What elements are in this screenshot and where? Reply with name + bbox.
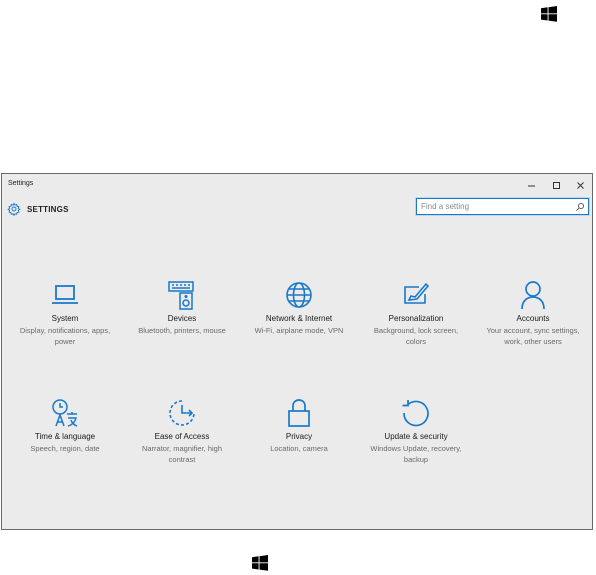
- category-title: Personalization: [388, 314, 444, 323]
- search-box[interactable]: [416, 198, 589, 215]
- category-time-language[interactable]: Time & language Speech, region, date: [10, 396, 120, 454]
- category-description: Bluetooth, printers, mouse: [138, 326, 226, 335]
- category-description: Narrator, magnifier, high contrast: [141, 444, 223, 464]
- category-title: System: [51, 314, 79, 323]
- category-description: Windows Update, recovery, backup: [370, 444, 462, 464]
- category-personalization[interactable]: Personalization Background, lock screen,…: [361, 278, 471, 347]
- update-icon: [402, 400, 429, 427]
- page-title: SETTINGS: [27, 204, 69, 214]
- screenshot-canvas: Settings SETTINGS Find a setting System …: [0, 0, 596, 575]
- title-bar[interactable]: Settings: [2, 174, 592, 196]
- category-description: Speech, region, date: [30, 444, 100, 453]
- category-network-internet[interactable]: Network & Internet Wi-Fi, airplane mode,…: [244, 278, 354, 336]
- settings-window: Settings SETTINGS Find a setting System …: [1, 173, 593, 530]
- category-title: Update & security: [384, 432, 448, 441]
- category-description: Wi-Fi, airplane mode, VPN: [254, 326, 344, 335]
- windows-logo-icon: [252, 555, 268, 571]
- search-icon[interactable]: [575, 202, 585, 212]
- close-button[interactable]: [569, 177, 591, 193]
- minimize-icon: [527, 185, 535, 186]
- category-devices[interactable]: Devices Bluetooth, printers, mouse: [127, 278, 237, 336]
- category-system[interactable]: System Display, notifications, apps, pow…: [10, 278, 120, 347]
- globe-icon: [286, 282, 312, 308]
- category-title: Network & Internet: [265, 314, 333, 323]
- person-icon: [521, 281, 545, 310]
- category-ease-of-access[interactable]: Ease of Access Narrator, magnifier, high…: [127, 396, 237, 465]
- category-title: Time & language: [34, 432, 96, 441]
- category-description: Your account, sync settings, work, other…: [486, 326, 580, 346]
- window-title: Settings: [8, 180, 34, 187]
- search-input[interactable]: [421, 199, 571, 214]
- devices-icon: [168, 281, 194, 310]
- category-title: Ease of Access: [154, 432, 210, 441]
- windows-logo-icon: [541, 6, 557, 22]
- gear-icon: [7, 202, 21, 216]
- category-description: Background, lock screen, colors: [373, 326, 459, 346]
- time-language-icon: [52, 399, 78, 427]
- close-icon: [576, 181, 584, 189]
- category-update-security[interactable]: Update & security Windows Update, recove…: [361, 396, 471, 465]
- maximize-icon: [552, 181, 560, 189]
- category-title: Devices: [167, 314, 197, 323]
- category-description: Display, notifications, apps, power: [19, 326, 111, 346]
- ease-of-access-icon: [169, 400, 195, 426]
- personalization-icon: [404, 282, 430, 304]
- maximize-button[interactable]: [545, 177, 567, 193]
- minimize-button[interactable]: [520, 177, 542, 193]
- category-privacy[interactable]: Privacy Location, camera: [244, 396, 354, 454]
- category-title: Privacy: [285, 432, 313, 441]
- category-accounts[interactable]: Accounts Your account, sync settings, wo…: [478, 278, 588, 347]
- category-description: Location, camera: [270, 444, 328, 453]
- lock-icon: [288, 399, 310, 427]
- category-title: Accounts: [516, 314, 550, 323]
- laptop-icon: [52, 285, 78, 304]
- settings-header: SETTINGS: [7, 202, 69, 216]
